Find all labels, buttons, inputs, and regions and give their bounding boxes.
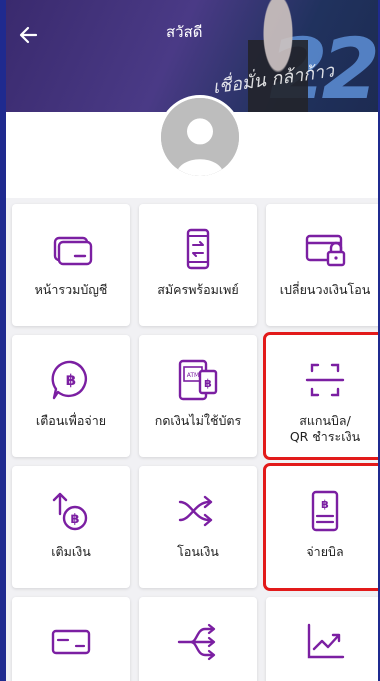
transfer-limit-lock-icon (305, 234, 346, 267)
tile-label: เปลี่ยนวงเงินโอน (279, 282, 371, 297)
scan-qr-icon (305, 363, 345, 397)
transfer-arrows-icon (178, 495, 213, 527)
tile-label: เตือนเพื่อจ่าย (35, 413, 107, 428)
svg-text:฿: ฿ (204, 377, 212, 390)
user-placeholder-icon (161, 98, 239, 176)
tile-investment[interactable] (266, 597, 378, 681)
tile-payment-reminder[interactable]: ฿ เตือนเพื่อจ่าย (12, 335, 130, 457)
tile-topup[interactable]: ฿ เติมเงิน (12, 466, 130, 588)
tile-transfer[interactable]: โอนเงิน (139, 466, 257, 588)
avatar[interactable] (158, 95, 242, 179)
chart-trend-icon (307, 623, 345, 659)
tile-split-transfer[interactable] (139, 597, 257, 681)
tile-cardless-withdraw[interactable]: ATM ฿ กดเงินไม่ใช้บัตร (139, 335, 257, 457)
tile-scan-qr[interactable]: สแกนบิล/ QR ชำระเงิน (263, 332, 378, 460)
svg-text:฿: ฿ (321, 498, 329, 511)
account-card-icon (53, 236, 93, 266)
tile-bill-pay[interactable]: ฿ จ่ายบิล (263, 463, 378, 591)
tile-transfer-limit[interactable]: เปลี่ยนวงเงินโอน (266, 204, 378, 326)
tile-card[interactable] (12, 597, 130, 681)
tile-label: กดเงินไม่ใช้บัตร (154, 413, 242, 428)
cardless-atm-icon: ATM ฿ (178, 359, 218, 401)
svg-text:฿: ฿ (66, 371, 76, 389)
svg-text:ATM: ATM (187, 372, 199, 379)
page-title: สวัสดี (166, 23, 203, 41)
tile-label: เติมเงิน (51, 544, 91, 559)
tile-label: สมัครพร้อมเพย์ (157, 282, 239, 297)
tile-label: หน้ารวมบัญชี (34, 282, 108, 297)
tile-promptpay[interactable]: สมัครพร้อมเพย์ (139, 204, 257, 326)
baht-coin-reminder-icon: ฿ (51, 360, 87, 400)
promptpay-phone-icon (186, 228, 210, 270)
tile-account-summary[interactable]: หน้ารวมบัญชี (12, 204, 130, 326)
tile-label: จ่ายบิล (306, 544, 344, 559)
app-screen: 22 เชื่อมั่น กล้าก้าว สวัสดี หน้ารวมบัญช… (6, 0, 378, 681)
split-arrows-icon (177, 623, 216, 661)
card-icon (51, 629, 91, 655)
topup-baht-icon: ฿ (52, 492, 88, 531)
back-arrow-icon[interactable] (16, 22, 42, 48)
svg-text:฿: ฿ (70, 512, 79, 527)
tile-label: โอนเงิน (177, 544, 219, 559)
bill-pay-icon: ฿ (311, 490, 339, 532)
tile-label: สแกนบิล/ QR ชำระเงิน (289, 413, 361, 444)
